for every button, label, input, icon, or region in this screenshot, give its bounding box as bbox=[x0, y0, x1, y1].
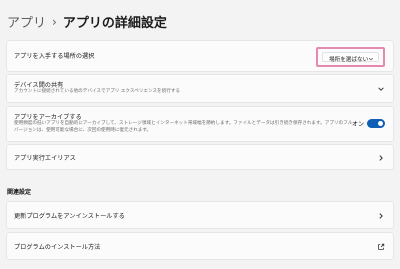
app-source-title: アプリを入手する場所の選択 bbox=[14, 53, 95, 60]
related-settings-heading: 関連設定 bbox=[7, 189, 32, 196]
install-methods-title: プログラムのインストール方法 bbox=[14, 244, 101, 251]
breadcrumb-parent-apps[interactable]: アプリ bbox=[7, 12, 46, 31]
breadcrumb-separator: › bbox=[52, 14, 57, 29]
related-item-install-methods[interactable]: プログラムのインストール方法 bbox=[6, 232, 394, 260]
archive-apps-description-1: 使用頻度の低いアプリを自動的にアーカイブして、ストレージ領域とインターネット帯域… bbox=[14, 121, 353, 126]
archive-apps-description-2: バージョンは、使用可能な場合に、次回の使用時に復元されます。 bbox=[14, 128, 152, 133]
cross-device-card[interactable]: デバイス間の共有 アカウントに接続されている他のデバイスでアプリ エクスペリエン… bbox=[6, 74, 394, 103]
archive-apps-card: アプリをアーカイブする 使用頻度の低いアプリを自動的にアーカイブして、ストレージ… bbox=[6, 106, 394, 142]
execution-aliases-card[interactable]: アプリ実行エイリアス bbox=[6, 144, 394, 170]
app-source-dropdown[interactable]: 場所を選ばない bbox=[316, 47, 385, 67]
cross-device-title: デバイス間の共有 bbox=[14, 82, 64, 89]
page-title: アプリの詳細設定 bbox=[62, 16, 167, 31]
app-source-card: アプリを入手する場所の選択 場所を選ばない bbox=[6, 40, 394, 72]
archive-apps-toggle-label: オン bbox=[351, 121, 364, 128]
archive-apps-title: アプリをアーカイブする bbox=[14, 114, 82, 121]
app-source-dropdown-value: 場所を選ばない bbox=[329, 57, 369, 63]
related-item-uninstall-updates[interactable]: 更新プログラムをアンインストールする bbox=[6, 201, 394, 229]
chevron-down-icon bbox=[378, 87, 384, 91]
chevron-right-icon bbox=[379, 155, 383, 161]
uninstall-updates-title: 更新プログラムをアンインストールする bbox=[14, 213, 125, 220]
external-link-icon bbox=[378, 243, 385, 250]
breadcrumb: アプリ › アプリの詳細設定 bbox=[7, 12, 167, 32]
cross-device-description: アカウントに接続されている他のデバイスでアプリ エクスペリエンスを続行する bbox=[14, 89, 181, 94]
app-source-dropdown-box: 場所を選ばない bbox=[322, 52, 379, 63]
archive-apps-toggle[interactable] bbox=[367, 119, 385, 128]
execution-aliases-title: アプリ実行エイリアス bbox=[14, 155, 76, 162]
chevron-down-icon bbox=[368, 57, 374, 61]
chevron-right-icon bbox=[379, 213, 383, 219]
